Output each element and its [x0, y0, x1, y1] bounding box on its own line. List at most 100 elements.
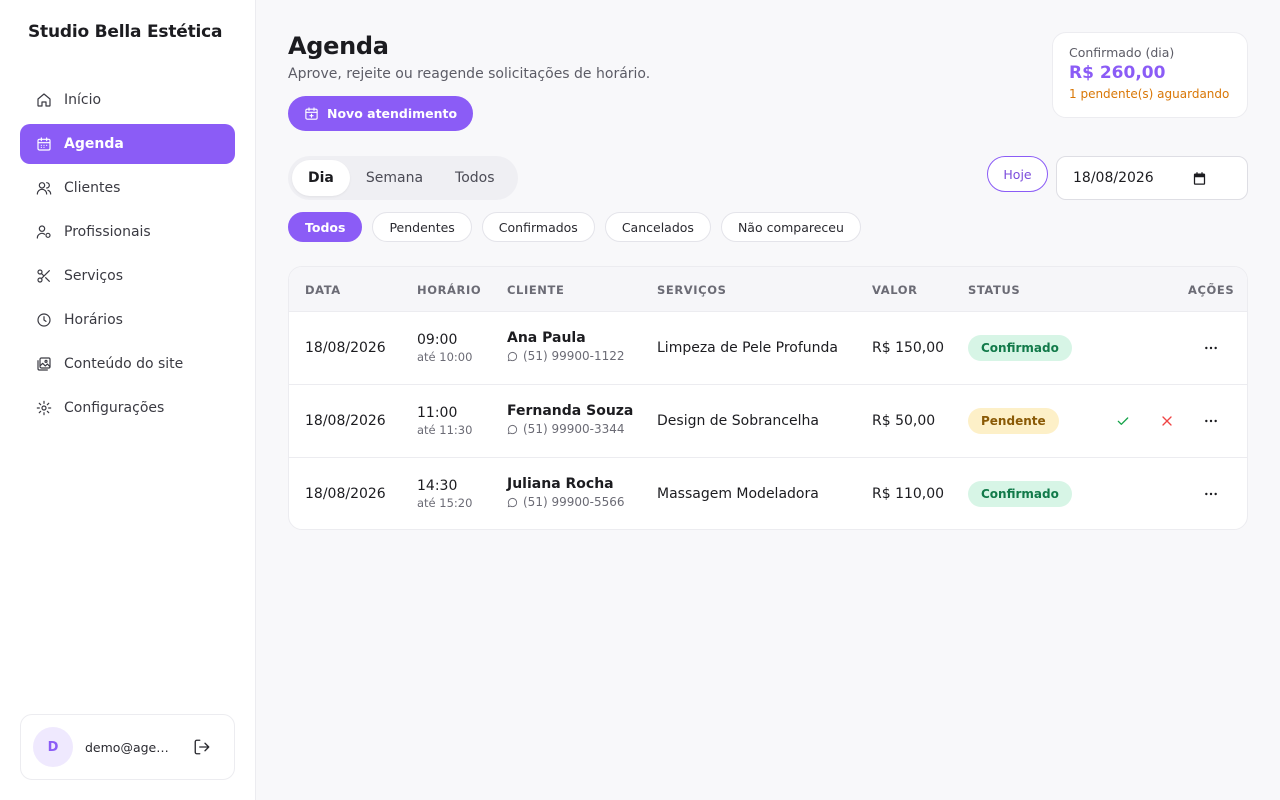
col-services: SERVIÇOS — [657, 283, 727, 297]
row-client-phone: (51) 99900-5566 — [507, 495, 625, 509]
col-status: STATUS — [968, 283, 1021, 297]
row-time-start: 11:00 — [417, 405, 458, 421]
sidebar-item-agenda[interactable]: Agenda — [20, 124, 235, 164]
row-date: 18/08/2026 — [305, 413, 386, 429]
row-time-end: até 11:30 — [417, 423, 473, 437]
row-phone-text: (51) 99900-5566 — [523, 495, 625, 509]
main-content: Agenda Aprove, rejeite ou reagende solic… — [256, 0, 1280, 800]
row-phone-text: (51) 99900-3344 — [523, 422, 625, 436]
message-circle-icon — [507, 424, 518, 434]
clock-icon — [36, 312, 52, 328]
row-date: 18/08/2026 — [305, 486, 386, 502]
day-summary-card: Confirmado (dia) R$ 260,00 1 pendente(s)… — [1052, 32, 1248, 118]
status-badge: Confirmado — [968, 335, 1072, 361]
new-appointment-label: Novo atendimento — [327, 106, 458, 121]
row-service: Limpeza de Pele Profunda — [657, 340, 839, 356]
status-badge: Confirmado — [968, 481, 1072, 507]
table-row: 18/08/2026 14:30 até 15:20 Juliana Rocha… — [289, 458, 1247, 529]
user-email: demo@agenda.com — [85, 739, 173, 755]
summary-value: R$ 260,00 — [1069, 63, 1166, 83]
sidebar-item-conteudo[interactable]: Conteúdo do site — [20, 344, 235, 384]
sidebar-item-label: Agenda — [64, 136, 124, 152]
col-time: HORÁRIO — [417, 283, 482, 297]
scissors-icon — [36, 268, 52, 284]
row-client: Juliana Rocha (51) 99900-5566 — [507, 476, 625, 509]
appointments-table: DATA HORÁRIO CLIENTE SERVIÇOS VALOR STAT… — [288, 266, 1248, 530]
filter-cancelados[interactable]: Cancelados — [604, 212, 711, 242]
date-input[interactable]: 18/08/2026 — [1056, 156, 1248, 200]
sidebar-item-label: Clientes — [64, 180, 121, 196]
row-client-name: Ana Paula — [507, 330, 586, 346]
table-header: DATA HORÁRIO CLIENTE SERVIÇOS VALOR STAT… — [289, 267, 1247, 312]
page-title: Agenda — [288, 32, 389, 60]
row-client-name: Juliana Rocha — [507, 476, 614, 492]
col-value: VALOR — [872, 283, 918, 297]
row-client-phone: (51) 99900-3344 — [507, 422, 633, 436]
approve-check-icon[interactable] — [1114, 412, 1132, 430]
table-row: 18/08/2026 11:00 até 11:30 Fernanda Souz… — [289, 385, 1247, 458]
sidebar-item-label: Profissionais — [64, 224, 151, 240]
calendar-icon — [36, 136, 52, 152]
row-time-start: 09:00 — [417, 332, 458, 348]
row-time: 14:30 até 15:20 — [417, 478, 472, 510]
row-date: 18/08/2026 — [305, 340, 386, 356]
status-filters: Todos Pendentes Confirmados Cancelados N… — [288, 212, 871, 242]
sidebar-item-label: Serviços — [64, 268, 123, 284]
row-time: 11:00 até 11:30 — [417, 405, 472, 437]
sidebar-item-profissionais[interactable]: Profissionais — [20, 212, 235, 252]
summary-label: Confirmado (dia) — [1069, 45, 1175, 60]
filter-nao-compareceu[interactable]: Não compareceu — [720, 212, 861, 242]
row-client: Ana Paula (51) 99900-1122 — [507, 330, 625, 363]
row-client: Fernanda Souza (51) 99900-3344 — [507, 403, 633, 436]
sidebar-item-horarios[interactable]: Horários — [20, 300, 235, 340]
message-circle-icon — [507, 351, 518, 361]
row-time: 09:00 até 10:00 — [417, 332, 472, 364]
logout-icon[interactable] — [193, 738, 211, 756]
filter-todos[interactable]: Todos — [288, 212, 363, 242]
images-icon — [36, 356, 52, 372]
page-subtitle: Aprove, rejeite ou reagende solicitações… — [288, 66, 651, 82]
col-client: CLIENTE — [507, 283, 565, 297]
user-card: D demo@agenda.com — [20, 714, 235, 780]
reject-x-icon[interactable] — [1158, 412, 1176, 430]
calendar-picker-icon[interactable] — [1192, 171, 1207, 186]
today-button[interactable]: Hoje — [987, 156, 1048, 192]
more-options-icon[interactable] — [1202, 412, 1220, 430]
row-service: Design de Sobrancelha — [657, 413, 819, 429]
status-badge: Pendente — [968, 408, 1059, 434]
view-tabs: Dia Semana Todos — [288, 156, 518, 200]
col-actions: AÇÕES — [1188, 283, 1235, 297]
row-time-end: até 15:20 — [417, 496, 473, 510]
sidebar-item-clientes[interactable]: Clientes — [20, 168, 235, 208]
row-phone-text: (51) 99900-1122 — [523, 349, 625, 363]
tab-todos[interactable]: Todos — [439, 160, 510, 196]
avatar: D — [33, 727, 73, 767]
row-value: R$ 110,00 — [872, 486, 945, 502]
sidebar-item-configuracoes[interactable]: Configurações — [20, 388, 235, 428]
row-value: R$ 150,00 — [872, 340, 945, 356]
date-value: 18/08/2026 — [1073, 170, 1154, 186]
sidebar-item-label: Conteúdo do site — [64, 356, 184, 372]
message-circle-icon — [507, 497, 518, 507]
home-icon — [36, 92, 52, 108]
row-time-end: até 10:00 — [417, 350, 473, 364]
more-options-icon[interactable] — [1202, 339, 1220, 357]
col-date: DATA — [305, 283, 341, 297]
calendar-plus-icon — [305, 107, 318, 120]
brand-name: Studio Bella Estética — [28, 22, 223, 42]
filter-confirmados[interactable]: Confirmados — [481, 212, 595, 242]
tab-dia[interactable]: Dia — [292, 160, 350, 196]
row-value: R$ 50,00 — [872, 413, 936, 429]
tab-semana[interactable]: Semana — [350, 160, 439, 196]
gear-icon — [36, 400, 52, 416]
table-row: 18/08/2026 09:00 até 10:00 Ana Paula (51… — [289, 312, 1247, 385]
sidebar-item-servicos[interactable]: Serviços — [20, 256, 235, 296]
filter-pendentes[interactable]: Pendentes — [372, 212, 472, 242]
sidebar: Studio Bella Estética Início Agenda Clie… — [0, 0, 256, 800]
new-appointment-button[interactable]: Novo atendimento — [288, 96, 474, 131]
more-options-icon[interactable] — [1202, 485, 1220, 503]
sidebar-item-label: Configurações — [64, 400, 165, 416]
summary-pending: 1 pendente(s) aguardando — [1069, 87, 1230, 101]
row-client-name: Fernanda Souza — [507, 403, 634, 419]
sidebar-item-inicio[interactable]: Início — [20, 80, 235, 120]
